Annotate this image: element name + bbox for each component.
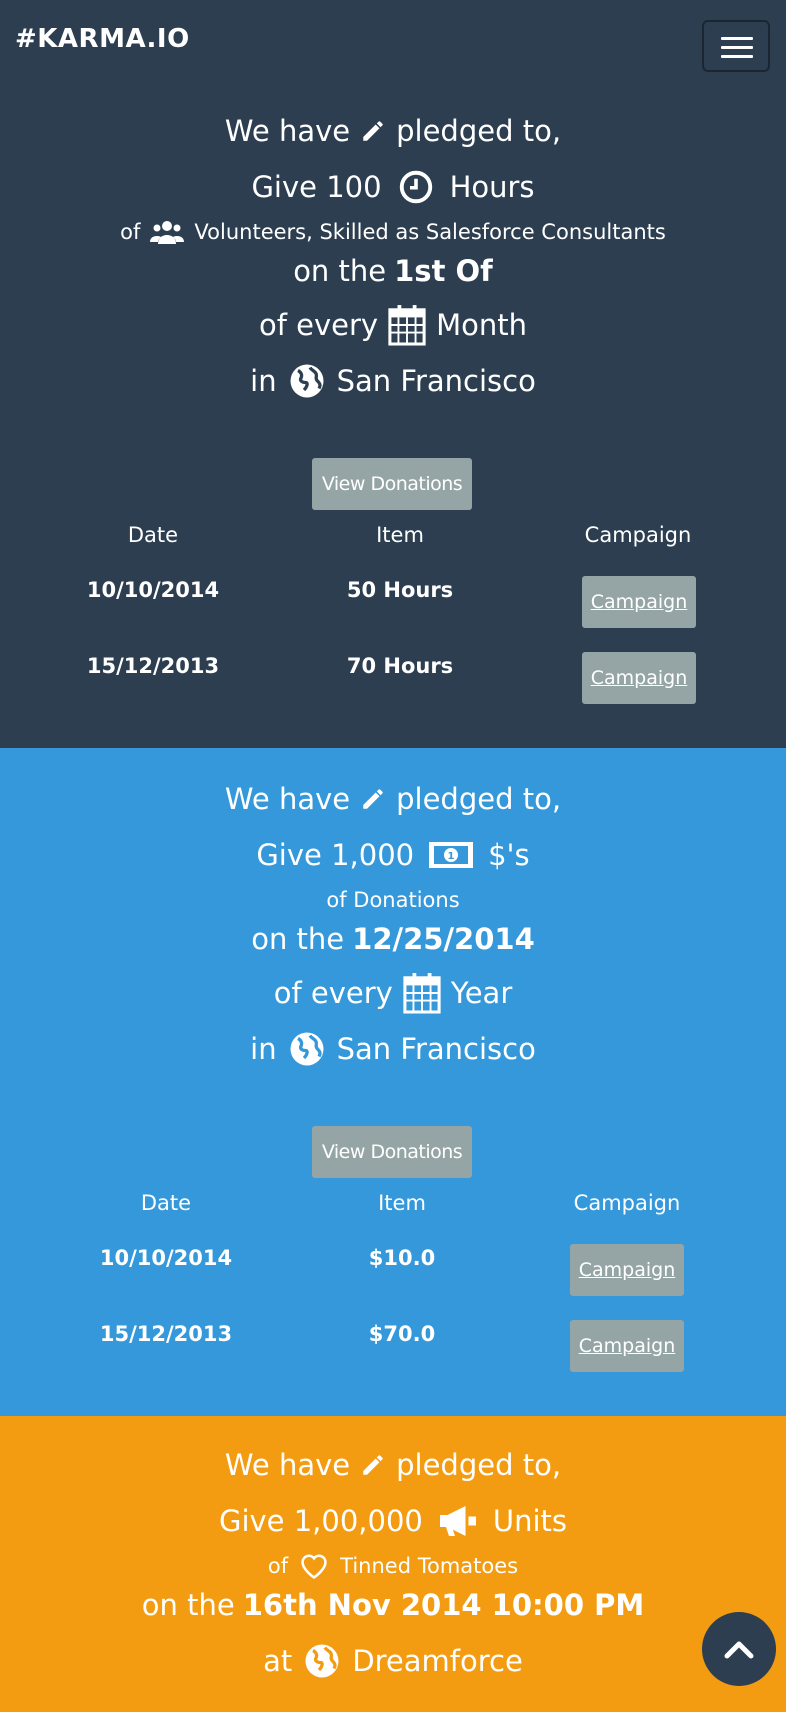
- table-cell-date: 15/12/2013: [86, 654, 220, 678]
- pledge-give: Give 1,000 1 $'s: [256, 838, 530, 872]
- pledge-on-date: on the 16th Nov 2014 10:00 PM: [141, 1588, 645, 1622]
- table-cell-item: $70.0: [368, 1322, 436, 1346]
- pledge-location: in San Francisco: [250, 1032, 536, 1066]
- hamburger-icon-bar: [721, 37, 753, 40]
- campaign-link-button[interactable]: Campaign: [582, 576, 696, 628]
- table-header-campaign: Campaign: [573, 1191, 681, 1215]
- table-cell-item: $10.0: [368, 1246, 436, 1270]
- globe-icon: [290, 364, 324, 398]
- hamburger-icon-bar: [721, 46, 753, 49]
- pledge-give: Give 1,00,000 Units: [218, 1504, 568, 1538]
- view-donations-button[interactable]: View Donations: [312, 458, 472, 510]
- table-header-item: Item: [376, 523, 424, 547]
- table-header-date: Date: [140, 1191, 192, 1215]
- globe-icon: [305, 1644, 339, 1678]
- calendar-icon: [403, 973, 441, 1014]
- pledge-frequency: of every Year: [0, 970, 786, 1016]
- pledge-intro: We have pledged to,: [224, 1448, 562, 1482]
- pledge-of: of Tinned Tomatoes: [267, 1554, 519, 1579]
- pencil-icon: [363, 121, 383, 141]
- pencil-icon: [363, 789, 383, 809]
- table-header-date: Date: [127, 523, 179, 547]
- table-cell-date: 15/12/2013: [99, 1322, 233, 1346]
- pledge-location: at Dreamforce: [263, 1644, 523, 1678]
- table-cell-item: 70 Hours: [346, 654, 454, 678]
- pledge-of: of Donations: [326, 888, 460, 912]
- bullhorn-icon: [439, 1506, 476, 1536]
- pledge-on-date: on the 1st Of: [293, 254, 493, 288]
- pledge-intro: We have pledged to,: [224, 782, 562, 816]
- pledge-on-date: on the 12/25/2014: [251, 922, 535, 956]
- campaign-link-button[interactable]: Campaign: [570, 1320, 684, 1372]
- table-cell-item: 50 Hours: [346, 578, 454, 602]
- users-icon: [150, 221, 185, 244]
- campaign-link-button[interactable]: Campaign: [582, 652, 696, 704]
- view-donations-button[interactable]: View Donations: [312, 1126, 472, 1178]
- table-cell-date: 10/10/2014: [86, 578, 220, 602]
- calendar-icon: [388, 305, 426, 346]
- scroll-to-top-button[interactable]: [702, 1612, 776, 1686]
- pledge-of: of Volunteers, Skilled as Salesforce Con…: [0, 216, 786, 248]
- chevron-up-icon: [724, 1641, 754, 1659]
- pledge-give: Give 100 Hours: [251, 170, 535, 204]
- pledge-card-units: We have pledged to, Give 1,00,000 Units …: [0, 1416, 786, 1712]
- navbar: #KARMA.IO: [0, 0, 786, 92]
- table-header-campaign: Campaign: [584, 523, 692, 547]
- money-icon: 1: [429, 842, 474, 868]
- pledge-frequency: of every Month: [0, 302, 786, 348]
- pledge-card-hours: We have pledged to, Give 100 Hours of Vo…: [0, 92, 786, 748]
- hamburger-icon-bar: [721, 55, 753, 58]
- table-header-item: Item: [378, 1191, 426, 1215]
- globe-icon: [290, 1032, 324, 1066]
- brand-logo[interactable]: #KARMA.IO: [15, 24, 190, 54]
- menu-toggle-button[interactable]: [702, 20, 770, 72]
- campaign-link-button[interactable]: Campaign: [570, 1244, 684, 1296]
- pledge-location: in San Francisco: [250, 364, 536, 398]
- pencil-icon: [363, 1455, 383, 1475]
- clock-icon: [399, 170, 432, 204]
- pledge-card-donations: We have pledged to, Give 1,000 1 $'s of …: [0, 748, 786, 1416]
- table-cell-date: 10/10/2014: [99, 1246, 233, 1270]
- heart-icon: [301, 1554, 327, 1579]
- pledge-intro: We have pledged to,: [224, 114, 562, 148]
- svg-text:1: 1: [448, 851, 455, 862]
